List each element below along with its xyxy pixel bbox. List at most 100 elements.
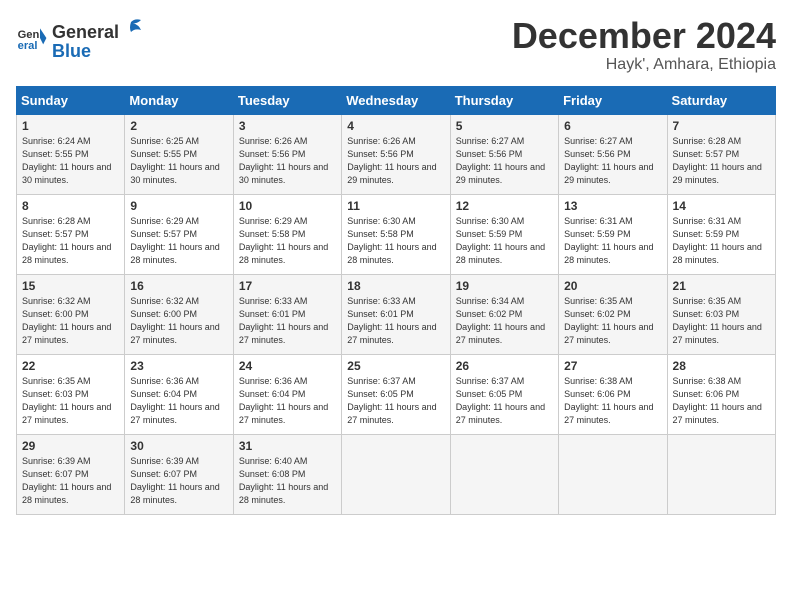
- calendar-week-row: 22Sunrise: 6:35 AMSunset: 6:03 PMDayligh…: [17, 354, 776, 434]
- day-number: 5: [456, 119, 553, 133]
- day-info: Sunrise: 6:37 AMSunset: 6:05 PMDaylight:…: [347, 375, 444, 427]
- day-info: Sunrise: 6:37 AMSunset: 6:05 PMDaylight:…: [456, 375, 553, 427]
- calendar-cell: 22Sunrise: 6:35 AMSunset: 6:03 PMDayligh…: [17, 354, 125, 434]
- day-info: Sunrise: 6:31 AMSunset: 5:59 PMDaylight:…: [564, 215, 661, 267]
- day-info: Sunrise: 6:36 AMSunset: 6:04 PMDaylight:…: [239, 375, 336, 427]
- calendar-week-row: 15Sunrise: 6:32 AMSunset: 6:00 PMDayligh…: [17, 274, 776, 354]
- calendar-cell: [342, 434, 450, 514]
- calendar-cell: 23 Sunrise: 6:36 AMSunset: 6:04 PMDayligh…: [125, 354, 233, 434]
- day-header-friday: Friday: [559, 86, 667, 114]
- calendar-cell: 11 Sunrise: 6:30 AMSunset: 5:58 PMDayligh…: [342, 194, 450, 274]
- day-number: 23: [130, 359, 227, 373]
- calendar-cell: 1Sunrise: 6:24 AMSunset: 5:55 PMDaylight…: [17, 114, 125, 194]
- day-number: 14: [673, 199, 770, 213]
- calendar-cell: [450, 434, 558, 514]
- day-number: 13: [564, 199, 661, 213]
- calendar-cell: 26 Sunrise: 6:37 AMSunset: 6:05 PMDayligh…: [450, 354, 558, 434]
- calendar-cell: 29 Sunrise: 6:39 AMSunset: 6:07 PMDayligh…: [17, 434, 125, 514]
- day-number: 31: [239, 439, 336, 453]
- day-info: Sunrise: 6:30 AMSunset: 5:58 PMDaylight:…: [347, 215, 444, 267]
- logo-line1: General: [52, 22, 119, 43]
- calendar-body: 1Sunrise: 6:24 AMSunset: 5:55 PMDaylight…: [17, 114, 776, 514]
- day-info: Sunrise: 6:36 AMSunset: 6:04 PMDaylight:…: [130, 375, 227, 427]
- day-info: Sunrise: 6:27 AMSunset: 5:56 PMDaylight:…: [564, 135, 661, 187]
- calendar-table: SundayMondayTuesdayWednesdayThursdayFrid…: [16, 86, 776, 515]
- day-info: Sunrise: 6:29 AMSunset: 5:57 PMDaylight:…: [130, 215, 227, 267]
- day-number: 19: [456, 279, 553, 293]
- day-number: 2: [130, 119, 227, 133]
- page-header: Gen eral General Blue December 2024 Hayk…: [16, 16, 776, 74]
- calendar-cell: 12 Sunrise: 6:30 AMSunset: 5:59 PMDayligh…: [450, 194, 558, 274]
- calendar-cell: 5 Sunrise: 6:27 AMSunset: 5:56 PMDaylight…: [450, 114, 558, 194]
- calendar-cell: 8 Sunrise: 6:28 AMSunset: 5:57 PMDaylight…: [17, 194, 125, 274]
- calendar-cell: 14 Sunrise: 6:31 AMSunset: 5:59 PMDayligh…: [667, 194, 775, 274]
- day-number: 7: [673, 119, 770, 133]
- day-number: 16: [130, 279, 227, 293]
- calendar-header-row: SundayMondayTuesdayWednesdayThursdayFrid…: [17, 86, 776, 114]
- day-info: Sunrise: 6:33 AMSunset: 6:01 PMDaylight:…: [347, 295, 444, 347]
- day-header-sunday: Sunday: [17, 86, 125, 114]
- calendar-cell: 3 Sunrise: 6:26 AMSunset: 5:56 PMDaylight…: [233, 114, 341, 194]
- day-header-thursday: Thursday: [450, 86, 558, 114]
- day-number: 3: [239, 119, 336, 133]
- day-number: 12: [456, 199, 553, 213]
- calendar-cell: 15Sunrise: 6:32 AMSunset: 6:00 PMDayligh…: [17, 274, 125, 354]
- day-info: Sunrise: 6:28 AMSunset: 5:57 PMDaylight:…: [22, 215, 119, 267]
- day-header-tuesday: Tuesday: [233, 86, 341, 114]
- day-info: Sunrise: 6:38 AMSunset: 6:06 PMDaylight:…: [564, 375, 661, 427]
- calendar-cell: 13 Sunrise: 6:31 AMSunset: 5:59 PMDayligh…: [559, 194, 667, 274]
- calendar-cell: 27Sunrise: 6:38 AMSunset: 6:06 PMDayligh…: [559, 354, 667, 434]
- calendar-cell: 28Sunrise: 6:38 AMSunset: 6:06 PMDayligh…: [667, 354, 775, 434]
- calendar-cell: 10 Sunrise: 6:29 AMSunset: 5:58 PMDayligh…: [233, 194, 341, 274]
- day-info: Sunrise: 6:29 AMSunset: 5:58 PMDaylight:…: [239, 215, 336, 267]
- calendar-cell: 25 Sunrise: 6:37 AMSunset: 6:05 PMDayligh…: [342, 354, 450, 434]
- day-info: Sunrise: 6:39 AMSunset: 6:07 PMDaylight:…: [22, 455, 119, 507]
- logo: Gen eral General Blue: [16, 16, 143, 59]
- day-number: 22: [22, 359, 119, 373]
- day-info: Sunrise: 6:26 AMSunset: 5:56 PMDaylight:…: [347, 135, 444, 187]
- day-info: Sunrise: 6:34 AMSunset: 6:02 PMDaylight:…: [456, 295, 553, 347]
- day-number: 8: [22, 199, 119, 213]
- calendar-cell: 9 Sunrise: 6:29 AMSunset: 5:57 PMDaylight…: [125, 194, 233, 274]
- day-info: Sunrise: 6:30 AMSunset: 5:59 PMDaylight:…: [456, 215, 553, 267]
- day-header-saturday: Saturday: [667, 86, 775, 114]
- calendar-cell: 2Sunrise: 6:25 AMSunset: 5:55 PMDaylight…: [125, 114, 233, 194]
- day-number: 24: [239, 359, 336, 373]
- day-number: 25: [347, 359, 444, 373]
- day-number: 30: [130, 439, 227, 453]
- calendar-cell: 17Sunrise: 6:33 AMSunset: 6:01 PMDayligh…: [233, 274, 341, 354]
- calendar-cell: 24 Sunrise: 6:36 AMSunset: 6:04 PMDayligh…: [233, 354, 341, 434]
- day-number: 26: [456, 359, 553, 373]
- calendar-cell: [667, 434, 775, 514]
- calendar-week-row: 29 Sunrise: 6:39 AMSunset: 6:07 PMDayligh…: [17, 434, 776, 514]
- day-info: Sunrise: 6:27 AMSunset: 5:56 PMDaylight:…: [456, 135, 553, 187]
- day-header-monday: Monday: [125, 86, 233, 114]
- day-info: Sunrise: 6:31 AMSunset: 5:59 PMDaylight:…: [673, 215, 770, 267]
- day-header-wednesday: Wednesday: [342, 86, 450, 114]
- day-number: 4: [347, 119, 444, 133]
- day-info: Sunrise: 6:39 AMSunset: 6:07 PMDaylight:…: [130, 455, 227, 507]
- logo-line2: Blue: [52, 43, 143, 59]
- day-number: 10: [239, 199, 336, 213]
- day-number: 17: [239, 279, 336, 293]
- day-number: 11: [347, 199, 444, 213]
- calendar-cell: 18 Sunrise: 6:33 AMSunset: 6:01 PMDayligh…: [342, 274, 450, 354]
- day-number: 6: [564, 119, 661, 133]
- calendar-cell: 6 Sunrise: 6:27 AMSunset: 5:56 PMDaylight…: [559, 114, 667, 194]
- day-number: 29: [22, 439, 119, 453]
- day-info: Sunrise: 6:38 AMSunset: 6:06 PMDaylight:…: [673, 375, 770, 427]
- logo-icon: Gen eral: [16, 22, 48, 54]
- day-info: Sunrise: 6:28 AMSunset: 5:57 PMDaylight:…: [673, 135, 770, 187]
- calendar-cell: 19 Sunrise: 6:34 AMSunset: 6:02 PMDayligh…: [450, 274, 558, 354]
- calendar-week-row: 1Sunrise: 6:24 AMSunset: 5:55 PMDaylight…: [17, 114, 776, 194]
- location-subtitle: Hayk', Amhara, Ethiopia: [512, 56, 776, 74]
- day-number: 9: [130, 199, 227, 213]
- day-number: 20: [564, 279, 661, 293]
- calendar-cell: [559, 434, 667, 514]
- month-title: December 2024: [512, 16, 776, 56]
- day-info: Sunrise: 6:26 AMSunset: 5:56 PMDaylight:…: [239, 135, 336, 187]
- day-number: 18: [347, 279, 444, 293]
- calendar-cell: 21Sunrise: 6:35 AMSunset: 6:03 PMDayligh…: [667, 274, 775, 354]
- day-info: Sunrise: 6:24 AMSunset: 5:55 PMDaylight:…: [22, 135, 119, 187]
- day-info: Sunrise: 6:40 AMSunset: 6:08 PMDaylight:…: [239, 455, 336, 507]
